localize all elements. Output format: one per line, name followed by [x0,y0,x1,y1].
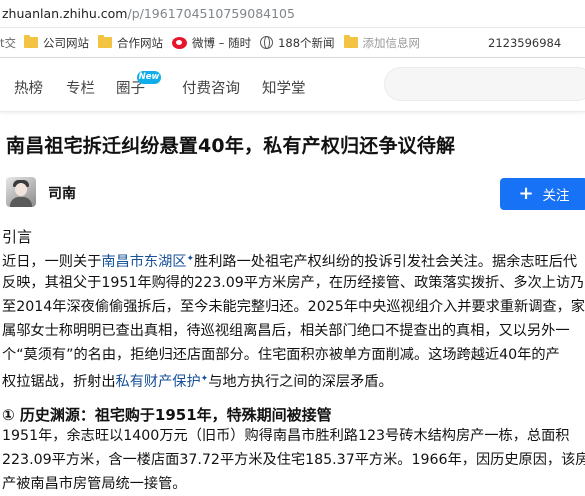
bookmark-label: 合作网站 [117,35,164,50]
bookmark-company-sites[interactable]: 公司网站 [24,28,90,57]
bookmark-partial[interactable]: t交 [0,28,16,57]
article-title: 南昌祖宅拆迁纠纷悬置40年，私有产权归还争议待解 [6,135,456,157]
author-name[interactable]: 司南 [48,183,76,203]
link-donghu-district[interactable]: 南昌市东湖区 [101,254,186,270]
link-private-property[interactable]: 私有财产保护 [116,374,201,390]
nav-paid-consult[interactable]: 付费咨询 [182,77,240,98]
section-paragraph: 1951年，余志旺以1400万元（旧币）购得南昌市胜利路123号砖木结构房产一栋… [2,424,585,496]
nav-column[interactable]: 专栏 [66,77,95,98]
weibo-icon [172,36,188,49]
phone-number: 2123596984 [488,36,562,50]
zhihu-header: 热榜 专栏 圈子 New 付费咨询 知学堂 [0,58,585,112]
bookmark-label: 公司网站 [43,35,90,50]
bookmark-label: 微博 – 随时 [192,35,252,50]
paragraph-line: 产被南昌市房管局统一接管。 [2,476,187,492]
avatar[interactable] [6,177,36,207]
bookmark-partner-sites[interactable]: 合作网站 [98,28,164,57]
paragraph-line: 1951年，余志旺以1400万元（旧币）购得南昌市胜利路123号砖木结构房产一栋… [2,428,570,444]
folder-icon [24,35,39,48]
bookmark-weibo[interactable]: 微博 – 随时 [172,28,252,57]
nav-hot[interactable]: 热榜 [14,77,43,98]
bookmark-label: 188个新闻 [278,35,335,50]
search-input[interactable] [384,67,585,101]
globe-icon [260,36,274,49]
follow-label: 关注 [542,188,570,204]
address-bar[interactable]: zhuanlan.zhihu.com/p/1961704510759084105 [0,0,585,28]
section-heading: ① 历史渊源：祖宅购于1951年，特殊期间被接管 [2,406,332,424]
bookmark-add-info[interactable]: 添加信息网 [343,28,421,57]
paragraph-line: 至2014年深夜偷偷强拆后，至今未能完整归还。2025年中央巡视组介入并要求重新… [2,299,585,315]
link-star-icon: ✦ [186,254,195,264]
bookmark-label: 添加信息网 [362,35,421,50]
nav-zhixuetang[interactable]: 知学堂 [262,77,306,98]
url-path: /p/1961704510759084105 [127,6,295,21]
bookmark-news[interactable]: 188个新闻 [260,28,335,57]
url-host: zhuanlan.zhihu.com [2,6,128,21]
paragraph-line: 个“莫须有”的名由，拒绝归还店面部分。住宅面积亦被单方面削减。这场跨越近40年的… [2,347,560,363]
intro-paragraph: 近日，一则关于南昌市东湖区✦胜利路一处祖宅产权纠纷的投诉引发社会关注。据余志旺后… [2,247,585,391]
folder-icon [98,35,113,48]
paragraph-line: 权拉锯战，折射出私有财产保护✦与地方执行之间的深层矛盾。 [2,374,393,390]
folder-icon [343,35,358,48]
follow-button[interactable]: + 关注 [500,178,585,210]
new-badge: New [137,71,161,84]
paragraph-line: 反映，其祖父于1951年购得的223.09平方米房产，在历经接管、政策落实拨折、… [2,275,585,291]
paragraph-line: 223.09平方米，含一楼店面37.72平方米及住宅185.37平方米。1966… [2,452,585,468]
paragraph-line: 近日，一则关于南昌市东湖区✦胜利路一处祖宅产权纠纷的投诉引发社会关注。据余志旺后… [2,254,578,270]
plus-icon: + [518,183,534,204]
bookmarks-bar: t交 公司网站 合作网站 微博 – 随时 188个新闻 添加信息网 212359… [0,28,585,58]
paragraph-line: 属邬女士称明明已查出真相，待巡视组离昌后，相关部门绝口不提查出的真相，又以另外一 [2,323,570,339]
intro-label: 引言 [2,228,33,246]
